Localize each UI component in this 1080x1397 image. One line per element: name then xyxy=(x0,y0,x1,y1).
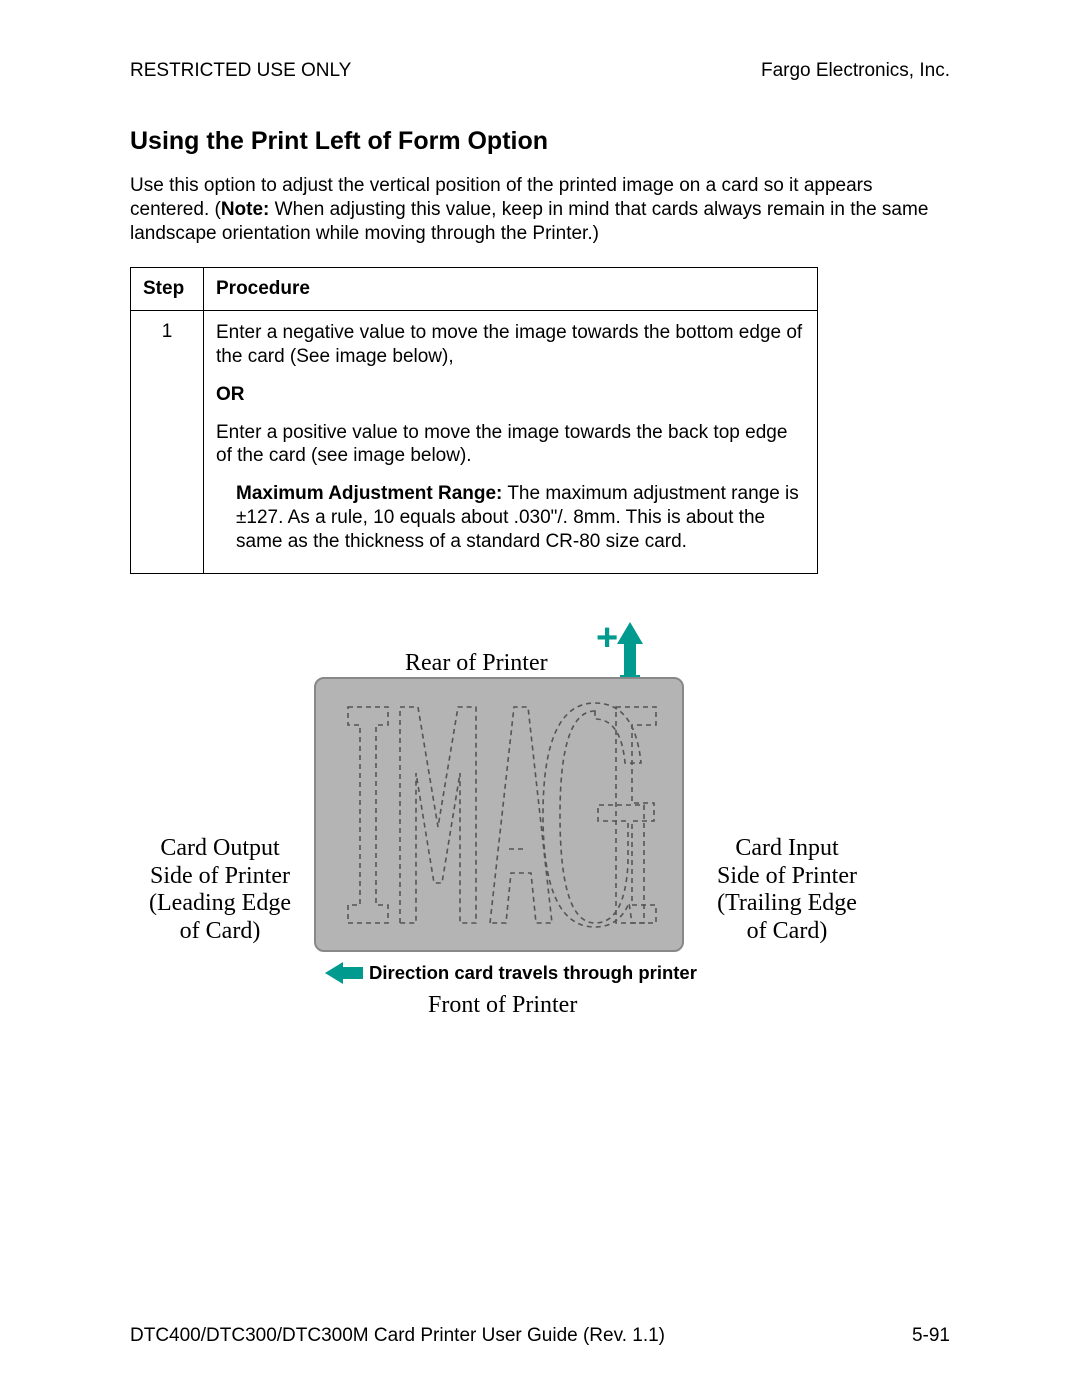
arrow-up-stem xyxy=(624,642,636,677)
section-heading: Using the Print Left of Form Option xyxy=(130,127,950,156)
header-left: RESTRICTED USE ONLY xyxy=(130,60,351,82)
procedure-para-1: Enter a negative value to move the image… xyxy=(216,321,805,369)
step-number: 1 xyxy=(131,311,204,574)
left-label-3: of Card) xyxy=(180,918,261,944)
left-label-0: Card Output xyxy=(160,835,279,861)
header-right: Fargo Electronics, Inc. xyxy=(761,60,950,82)
left-label: Card Output Side of Printer (Leading Edg… xyxy=(130,835,310,945)
image-word-outline xyxy=(340,699,658,931)
arrow-up-icon xyxy=(617,622,643,644)
left-label-2: (Leading Edge xyxy=(149,890,291,916)
rear-label: Rear of Printer xyxy=(405,650,548,678)
page-footer: DTC400/DTC300/DTC300M Card Printer User … xyxy=(130,1325,950,1347)
diagram: + Rear of Printer xyxy=(130,622,950,1052)
procedure-table: Step Procedure 1 Enter a negative value … xyxy=(130,267,818,574)
table-row: 1 Enter a negative value to move the ima… xyxy=(131,311,818,574)
plus-icon: + xyxy=(596,617,618,660)
right-label-2: (Trailing Edge xyxy=(717,890,857,916)
footer-left: DTC400/DTC300/DTC300M Card Printer User … xyxy=(130,1325,665,1347)
intro-note-label: Note: xyxy=(221,199,270,220)
col-procedure-header: Procedure xyxy=(204,268,818,311)
procedure-para-2: Enter a positive value to move the image… xyxy=(216,421,805,469)
procedure-cell: Enter a negative value to move the image… xyxy=(204,311,818,574)
arrow-left-icon xyxy=(325,962,363,984)
col-step-header: Step xyxy=(131,268,204,311)
right-label-1: Side of Printer xyxy=(717,863,857,889)
image-outline xyxy=(340,699,658,931)
direction-row: Direction card travels through printer xyxy=(325,962,697,984)
procedure-or: OR xyxy=(216,383,805,407)
footer-right: 5-91 xyxy=(912,1325,950,1347)
right-label: Card Input Side of Printer (Trailing Edg… xyxy=(697,835,877,945)
running-header: RESTRICTED USE ONLY Fargo Electronics, I… xyxy=(130,60,950,82)
right-label-3: of Card) xyxy=(747,918,828,944)
page: RESTRICTED USE ONLY Fargo Electronics, I… xyxy=(0,0,1080,1397)
procedure-range: Maximum Adjustment Range: The maximum ad… xyxy=(216,482,805,553)
left-label-1: Side of Printer xyxy=(150,863,290,889)
front-label: Front of Printer xyxy=(428,992,577,1020)
right-label-0: Card Input xyxy=(735,835,838,861)
direction-text: Direction card travels through printer xyxy=(369,962,697,984)
range-label: Maximum Adjustment Range: xyxy=(236,483,502,504)
intro-paragraph: Use this option to adjust the vertical p… xyxy=(130,174,950,245)
